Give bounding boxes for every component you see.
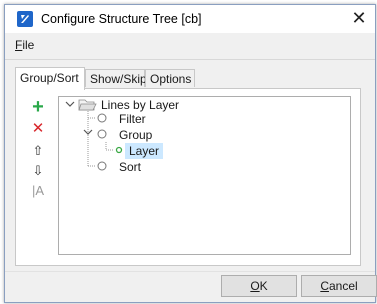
tree-node-lines-by-layer[interactable]: Lines by Layer bbox=[101, 98, 179, 112]
tab-options[interactable]: Options bbox=[145, 69, 195, 87]
ok-mnemonic: O bbox=[250, 279, 260, 293]
window-title: Configure Structure Tree [cb] bbox=[41, 12, 202, 26]
close-button[interactable]: ✕ bbox=[349, 8, 369, 28]
tab-show-skip[interactable]: Show/Skip bbox=[85, 69, 147, 87]
group-sort-panel: + ✕ ⇧ ⇩ |A Lines by Layer Filter Group L… bbox=[15, 88, 361, 266]
ok-button[interactable]: OK bbox=[221, 275, 297, 297]
add-icon[interactable]: + bbox=[30, 97, 46, 117]
footer-separator bbox=[5, 271, 375, 272]
menu-file-rest: ile bbox=[22, 38, 35, 52]
cancel-button[interactable]: Cancel bbox=[301, 275, 377, 297]
tree-node-layer[interactable]: Layer bbox=[125, 143, 164, 159]
tab-group-sort[interactable]: Group/Sort bbox=[15, 67, 85, 90]
sort-node-icon bbox=[97, 161, 107, 171]
app-icon bbox=[17, 11, 33, 27]
rename-icon[interactable]: |A bbox=[30, 183, 46, 199]
group-node-icon bbox=[97, 129, 107, 139]
menu-file[interactable]: File bbox=[15, 38, 34, 52]
folder-open-icon bbox=[78, 99, 97, 111]
tree-node-filter[interactable]: Filter bbox=[119, 112, 146, 126]
tree-node-sort[interactable]: Sort bbox=[119, 160, 141, 174]
cancel-rest: ancel bbox=[328, 279, 358, 293]
menu-separator bbox=[5, 59, 375, 60]
tree-node-group[interactable]: Group bbox=[119, 128, 152, 142]
ok-rest: K bbox=[259, 279, 268, 293]
layer-node-icon bbox=[115, 146, 123, 154]
structure-tree[interactable]: Lines by Layer Filter Group Layer Sort bbox=[58, 96, 351, 255]
move-down-icon[interactable]: ⇩ bbox=[30, 163, 46, 179]
cancel-mnemonic: C bbox=[320, 279, 329, 293]
dialog-window: Configure Structure Tree [cb] ✕ File Gro… bbox=[4, 4, 377, 303]
delete-icon[interactable]: ✕ bbox=[30, 121, 46, 137]
title-bar: Configure Structure Tree [cb] ✕ bbox=[5, 5, 375, 33]
root-chevron-icon bbox=[65, 101, 75, 107]
tree-lines bbox=[65, 99, 123, 171]
move-up-icon[interactable]: ⇧ bbox=[30, 143, 46, 159]
menu-bar: File bbox=[5, 33, 375, 55]
filter-node-icon bbox=[97, 113, 107, 123]
